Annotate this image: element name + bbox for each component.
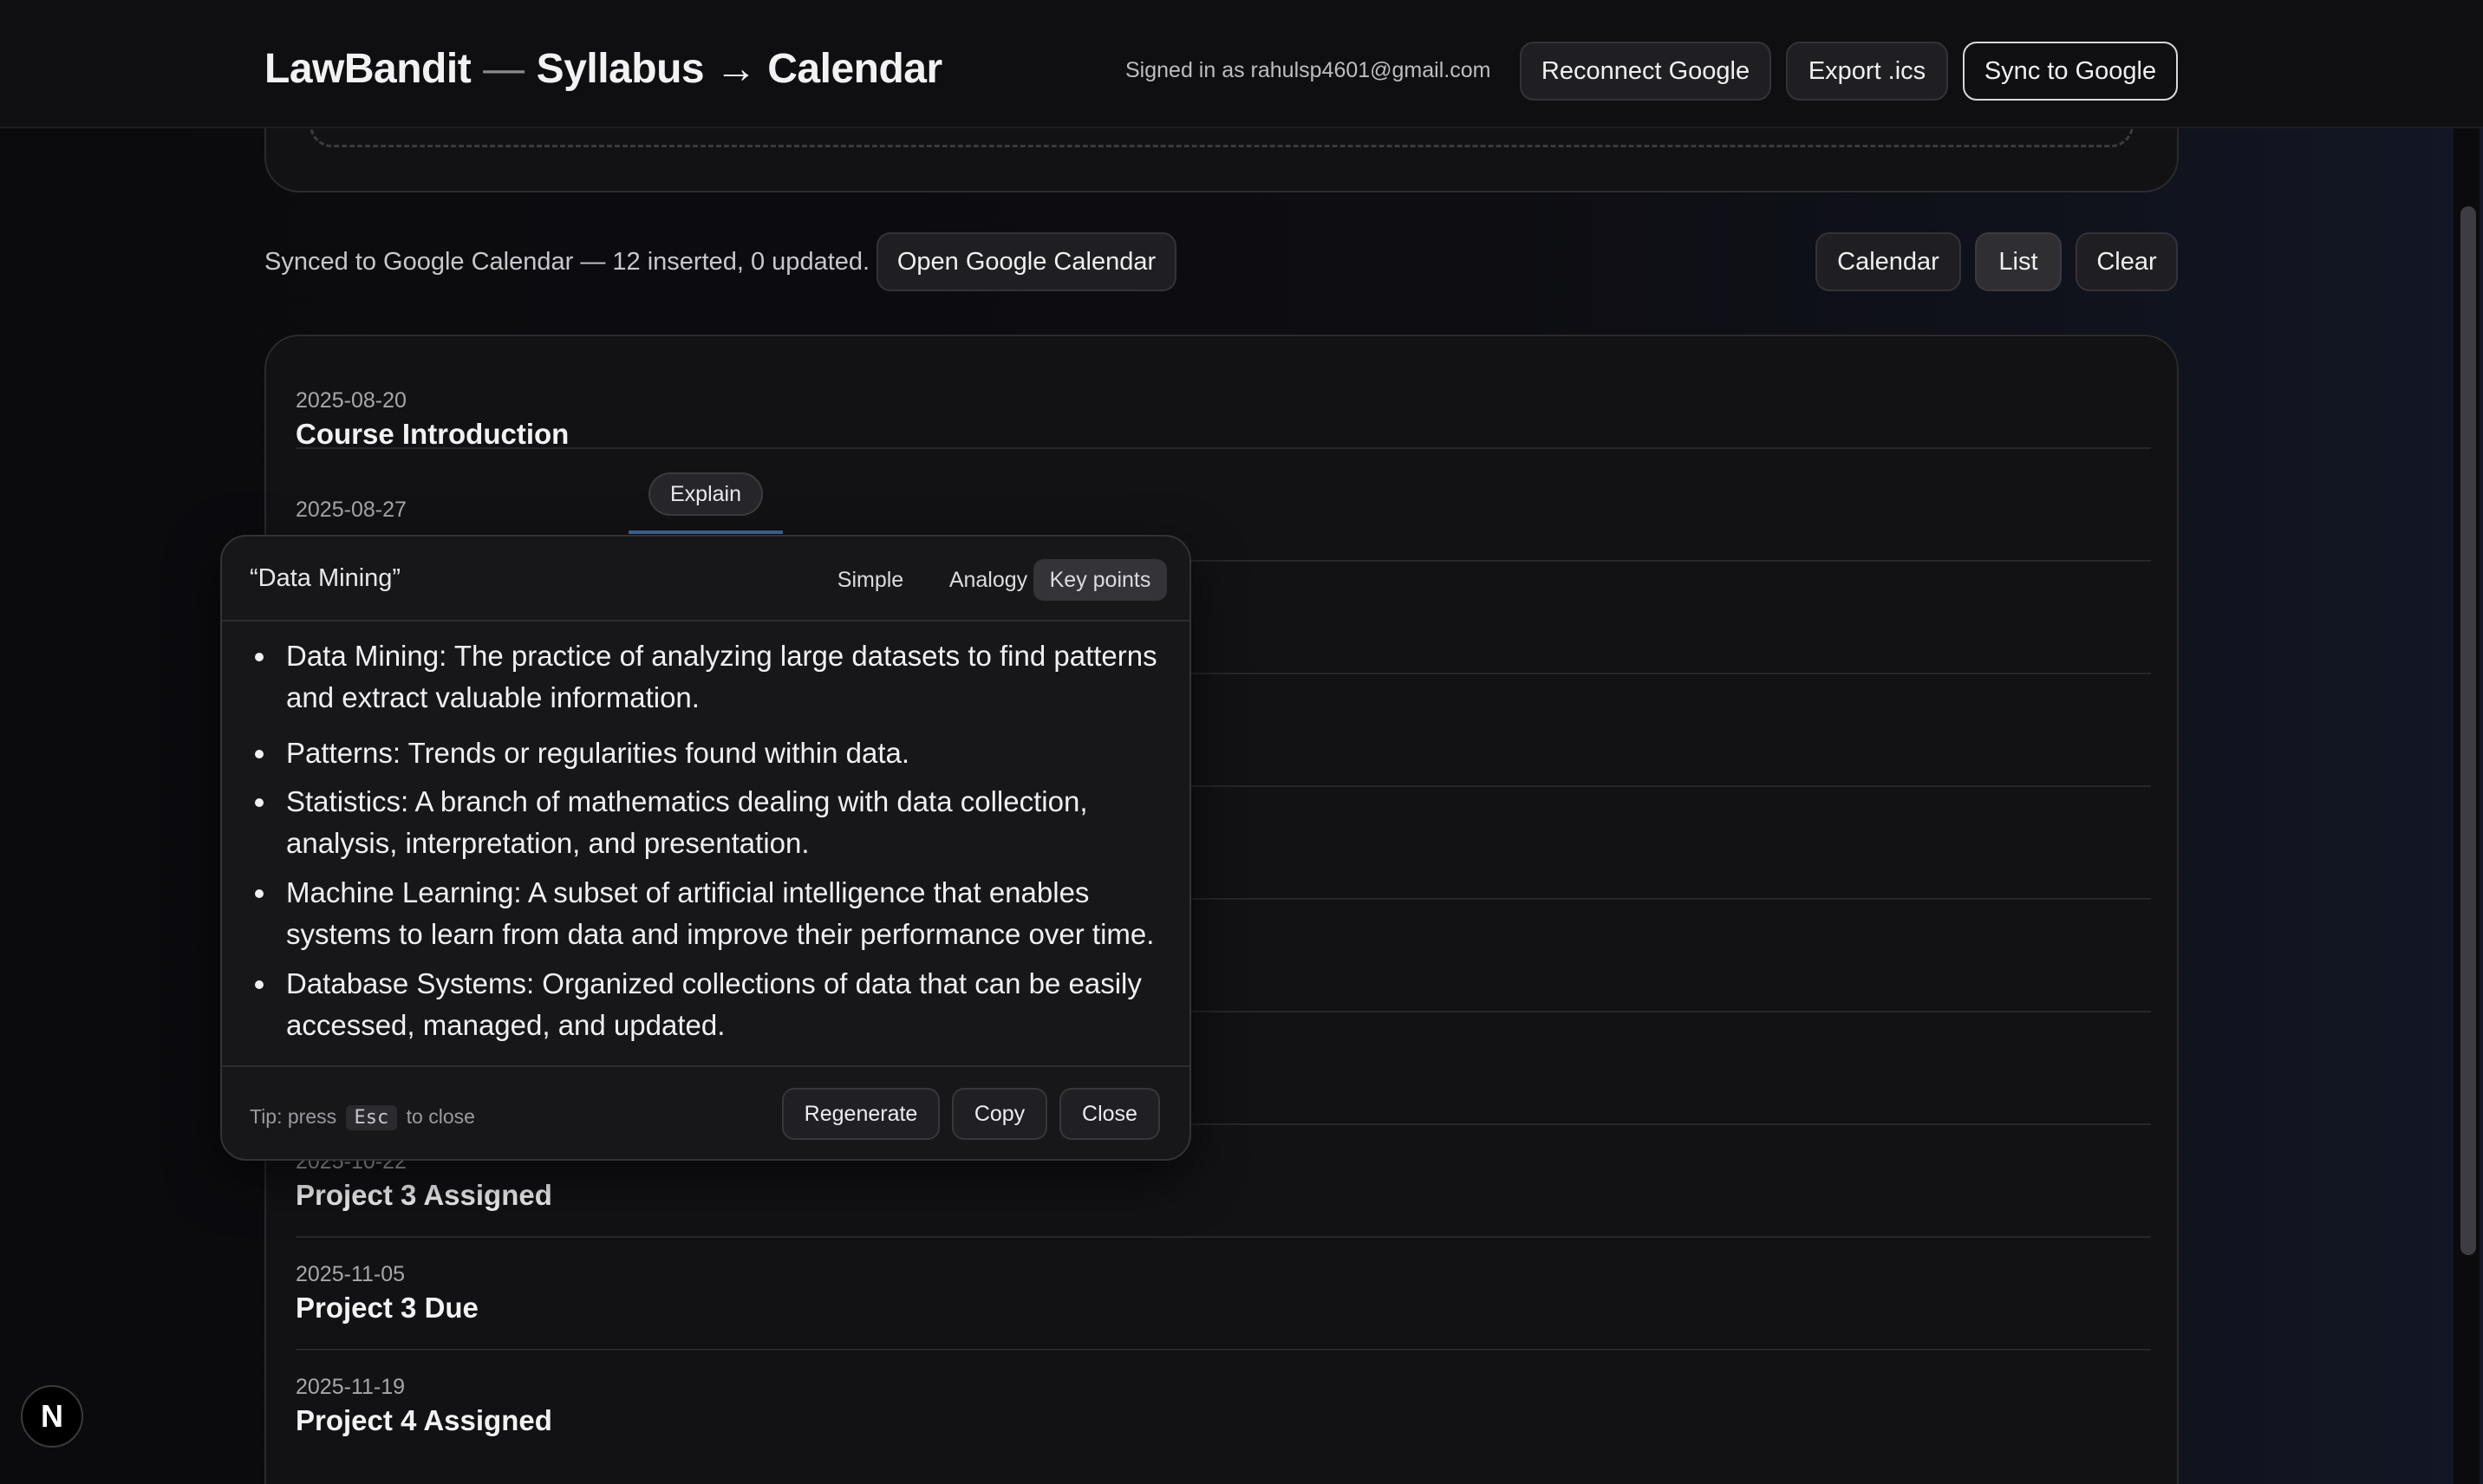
list-item[interactable]: 2025-11-19 Project 4 Assigned xyxy=(296,1351,2151,1463)
selected-text-highlight xyxy=(629,530,783,534)
list-item[interactable]: 2025-08-20 Course Introduction xyxy=(296,336,2151,450)
tip-suffix: to close xyxy=(406,1105,475,1128)
event-date: 2025-11-05 xyxy=(296,1262,406,1286)
event-title: Project 3 Assigned xyxy=(296,1179,552,1211)
reconnect-google-button[interactable]: Reconnect Google xyxy=(1520,42,1771,101)
mode-simple-tab[interactable]: Simple xyxy=(822,559,919,601)
sync-to-google-button[interactable]: Sync to Google xyxy=(1963,42,2178,101)
export-ics-button[interactable]: Export .ics xyxy=(1786,42,1948,101)
popover-header: “Data Mining” Simple Analogy Key points xyxy=(222,537,1189,622)
list-item[interactable]: 2025-11-05 Project 3 Due xyxy=(296,1238,2151,1351)
event-date: 2025-11-19 xyxy=(296,1375,406,1399)
key-point-item: Patterns: Trends or regularities found w… xyxy=(255,732,1162,774)
key-points-list: Data Mining: The practice of analyzing l… xyxy=(222,622,1189,1065)
scrollbar-thumb[interactable] xyxy=(2460,206,2476,1255)
title-separator: — xyxy=(483,46,525,92)
calendar-view-button[interactable]: Calendar xyxy=(1815,232,1961,291)
key-point-item: Statistics: A branch of mathematics deal… xyxy=(255,781,1162,864)
event-title: Project 3 Due xyxy=(296,1292,479,1324)
event-date: 2025-08-27 xyxy=(296,498,407,522)
explain-popover: “Data Mining” Simple Analogy Key points … xyxy=(220,535,1191,1161)
explain-button[interactable]: Explain xyxy=(648,472,763,516)
top-bar: LawBandit — Syllabus → Calendar Signed in … xyxy=(0,0,2483,128)
explained-term: “Data Mining” xyxy=(250,564,401,592)
event-title: Project 4 Assigned xyxy=(296,1404,552,1436)
close-button[interactable]: Close xyxy=(1059,1088,1160,1140)
clear-button[interactable]: Clear xyxy=(2076,232,2178,291)
event-title: Course Introduction xyxy=(296,418,570,450)
app-name: LawBandit xyxy=(264,46,472,92)
popover-footer: Tip: press Esc to close Regenerate Copy … xyxy=(222,1065,1189,1161)
sync-status-text: Synced to Google Calendar — 12 inserted,… xyxy=(264,248,870,276)
tip-prefix: Tip: press xyxy=(250,1105,337,1128)
event-date: 2025-08-20 xyxy=(296,388,407,413)
app-subtitle: Syllabus → Calendar xyxy=(536,46,943,92)
regenerate-button[interactable]: Regenerate xyxy=(782,1088,940,1140)
mode-key-points-tab[interactable]: Key points xyxy=(1033,559,1167,601)
key-point-item: Database Systems: Organized collections … xyxy=(255,963,1162,1046)
mode-analogy-tab[interactable]: Analogy xyxy=(933,559,1044,601)
copy-button[interactable]: Copy xyxy=(952,1088,1047,1140)
esc-key: Esc xyxy=(345,1105,398,1130)
list-view-button[interactable]: List xyxy=(1975,232,2062,291)
page-title: LawBandit — Syllabus → Calendar xyxy=(264,45,942,93)
key-point-item: Data Mining: The practice of analyzing l… xyxy=(255,635,1162,719)
key-point-item: Machine Learning: A subset of artificial… xyxy=(255,872,1162,955)
open-google-calendar-button[interactable]: Open Google Calendar xyxy=(877,232,1176,291)
signed-in-label: Signed in as rahulsp4601@gmail.com xyxy=(1125,58,1491,82)
nextjs-dev-badge[interactable]: N xyxy=(21,1385,83,1448)
esc-tip: Tip: press Esc to close xyxy=(250,1105,475,1130)
